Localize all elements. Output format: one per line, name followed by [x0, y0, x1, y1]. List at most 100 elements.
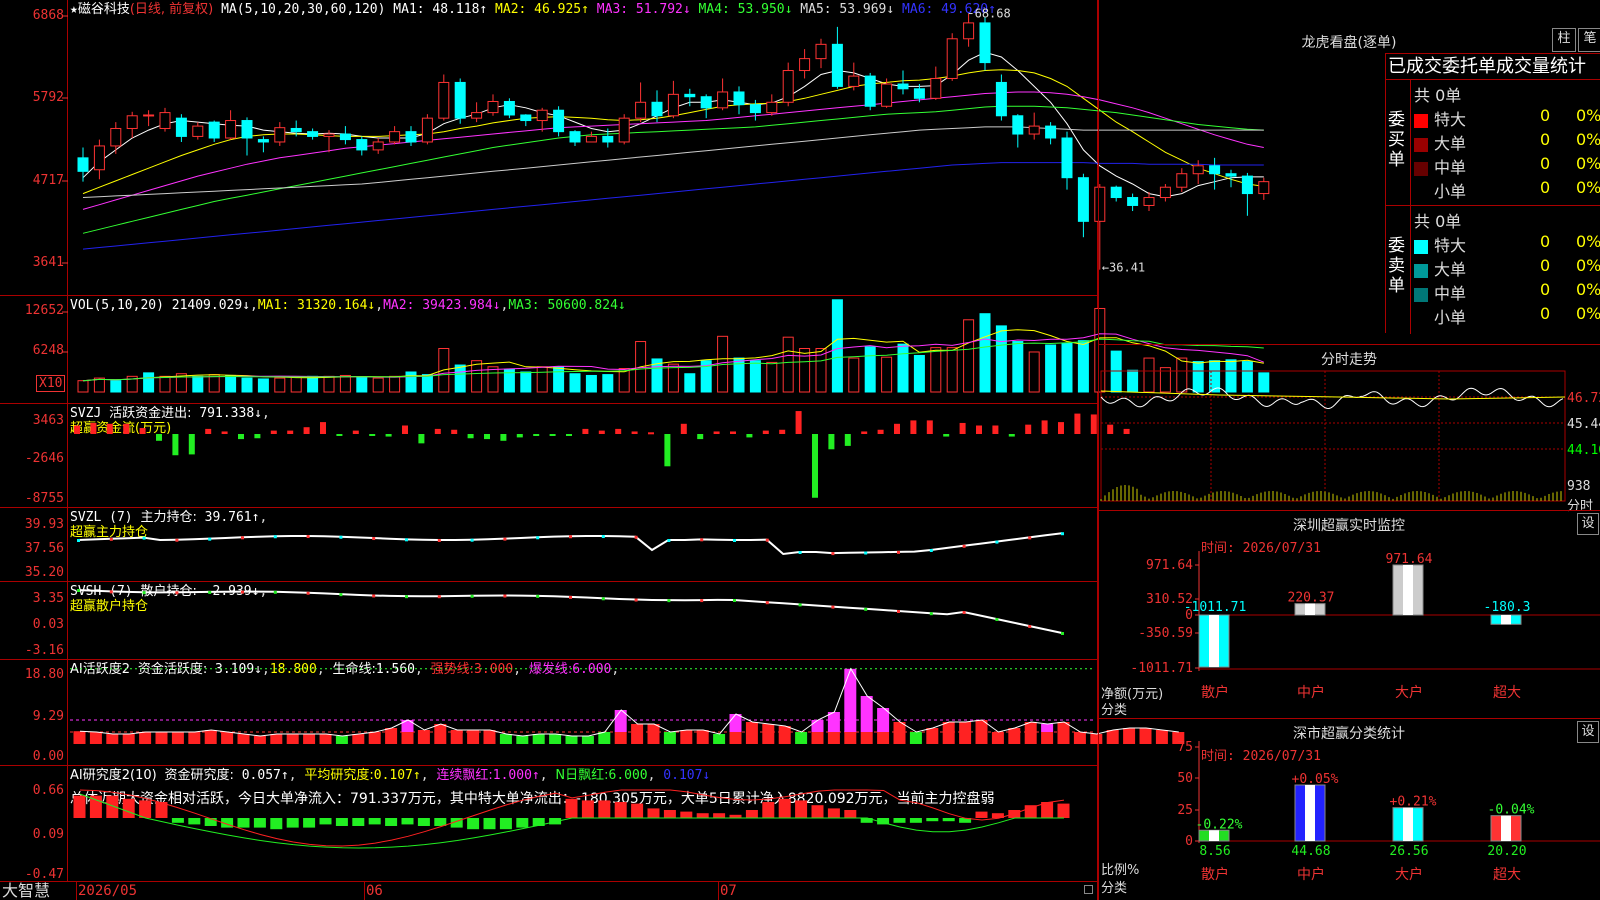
lhb-panel: 龙虎看盘(逐单) 柱 笔 已成交委托单成交量统计 委买单 共 0单 特大 0 0% 大… [1098, 0, 1600, 344]
candle-body [241, 120, 253, 139]
main-position-panel[interactable]: SVZL (7) 主力持仓: 39.761↑, 超赢主力持仓 39.93 37.… [0, 508, 1098, 582]
candle-body [749, 104, 761, 114]
ai-activity-bar [745, 722, 758, 744]
fund-flow-bar [451, 429, 458, 434]
main-position-chart[interactable] [0, 508, 1098, 582]
ai-activity-bar [631, 724, 644, 744]
retail-position-dot [798, 603, 802, 607]
ai-activity-bar [713, 734, 726, 744]
intraday-chart[interactable] [1099, 345, 1600, 511]
retail-position-dot [536, 594, 540, 598]
main-position-dot [765, 538, 769, 542]
ai-activity-bar [155, 732, 168, 744]
fund-flow-bar [287, 430, 294, 434]
main-position-dot [831, 552, 835, 556]
ai-activity-bar [188, 732, 201, 744]
ai-research-bar [942, 818, 955, 822]
ai-activity-chart[interactable] [0, 660, 1185, 766]
fund-flow-bar [762, 430, 769, 434]
sz-monitor-chart[interactable]: 971.64310.520-350.59-1011.71-1011.71散户22… [1099, 511, 1600, 719]
chart-area[interactable]: ★磁谷科技(日线, 前复权) MA(5,10,20,30,60,120) MA1… [0, 0, 1270, 900]
ai-activity-line [79, 667, 1179, 737]
retail-position-dot [208, 590, 212, 594]
fund-flow-bar [943, 434, 950, 437]
ai-research-bar [762, 802, 775, 818]
ai-research-bar [483, 818, 496, 830]
sell-row: 中单 0 0% [1414, 280, 1600, 304]
ai-research-bar [270, 818, 283, 830]
tick-mode-button[interactable]: 笔 [1578, 28, 1600, 52]
ai-activity-panel[interactable]: AI活跃度2 资金活跃度: 3.109↓,18.800, 生命线:1.560, … [0, 660, 1185, 766]
volume-bar [553, 366, 565, 393]
ai-activity-bar [778, 726, 791, 744]
intraday-panel[interactable]: 分时走势 46.72 45.44 44.16 938 分时 [1098, 344, 1600, 514]
ai-activity-bar [368, 732, 381, 744]
ai-activity-bar [762, 724, 775, 744]
sz-class-value-label: 8.56 [1199, 844, 1230, 859]
main-position-dot [798, 551, 802, 554]
volume-bar [421, 374, 433, 393]
ai-research-bar [73, 795, 86, 818]
volume-bar [274, 377, 286, 393]
fund-flow-bar [1074, 413, 1081, 434]
fund-flow-chart[interactable] [0, 404, 1130, 508]
candle-body [307, 131, 319, 137]
retail-position-dot [733, 599, 736, 602]
fund-flow-bar [959, 422, 966, 434]
sell-total: 共 0单 [1414, 212, 1462, 231]
bar-mode-button[interactable]: 柱 [1552, 28, 1576, 52]
candle-body [799, 58, 811, 72]
volume-chart[interactable] [0, 296, 1270, 404]
candle-body [995, 81, 1007, 117]
ai-activity-bar [352, 734, 365, 744]
ai-research-chart[interactable] [0, 766, 1098, 882]
row-name: 大单 [1434, 134, 1467, 153]
candle-body [225, 120, 237, 139]
ai-research-bar [106, 795, 119, 818]
fund-flow-bar [877, 429, 884, 434]
sz-class-change-label: +0.21% [1390, 795, 1437, 810]
sz-class-panel[interactable]: 深市超赢分类统计 设 时间: 2026/07/31 比例% 分类 75 50 25 0… [1098, 718, 1600, 900]
candlestick-chart[interactable]: 68.68←36.41 [0, 0, 1270, 296]
volume-bar [913, 354, 925, 393]
ai-research-panel[interactable]: AI研究度2(10) 资金研究度: 0.057↑, 平均研究度:0.107↑, … [0, 766, 1098, 882]
ai-research-bar [434, 818, 447, 826]
fund-flow-bar [1090, 414, 1097, 434]
sz-monitor-panel[interactable]: 深圳超赢实时监控 设 时间: 2026/07/31 净额(万元) 分类 971.… [1098, 510, 1600, 718]
fund-flow-bar [828, 434, 835, 450]
retail-position-chart[interactable] [0, 582, 1098, 660]
candle-body [389, 131, 401, 143]
ai-activity-bar [680, 730, 693, 744]
candle-body [208, 121, 220, 139]
ai-bar-top [811, 720, 824, 732]
volume-bar [848, 357, 860, 393]
candle-body [651, 101, 663, 117]
fund-flow-bar [90, 422, 97, 434]
fund-flow-bar [352, 430, 359, 434]
candle-body [897, 83, 909, 90]
retail-position-dot [470, 594, 474, 598]
candle-body [438, 81, 450, 119]
ai-activity-bar [434, 724, 447, 744]
fund-flow-bar [369, 434, 376, 436]
candle-body [717, 91, 729, 109]
fund-flow-bar [533, 434, 540, 436]
sz-class-value-label: 44.68 [1291, 844, 1330, 859]
sz-class-chart[interactable]: 75 50 25 0-0.22% 8.56 散户 +0.05% 44.68 中户 +0.21% 26… [1099, 719, 1600, 900]
lock-icon[interactable] [1084, 885, 1093, 894]
fund-flow-bar [516, 434, 523, 438]
candle-body [487, 100, 499, 114]
retail-position-dot [569, 595, 572, 599]
row-percent: 0% [1576, 304, 1600, 323]
retail-position-panel[interactable]: SVSH (7) 散户持仓: -2.939↓, 超赢散户持仓 3.35 0.03… [0, 582, 1098, 660]
kline-panel[interactable]: ★磁谷科技(日线, 前复权) MA(5,10,20,30,60,120) MA1… [0, 0, 1270, 296]
ai-activity-bar [237, 734, 250, 744]
fund-flow-panel[interactable]: SVZJ 活跃资金进出: 791.338↓, 超赢资金流(万元) 3463 -2… [0, 404, 1130, 508]
sz-class-bar-highlight [1305, 785, 1315, 841]
row-name: 中单 [1434, 158, 1467, 177]
retail-position-dot [929, 612, 933, 616]
volume-bar [782, 336, 794, 393]
row-percent: 0% [1576, 256, 1600, 275]
volume-panel[interactable]: VOL(5,10,20) 21409.029↓,MA1: 31320.164↓,… [0, 296, 1270, 404]
ai-activity-bar [1057, 722, 1070, 744]
